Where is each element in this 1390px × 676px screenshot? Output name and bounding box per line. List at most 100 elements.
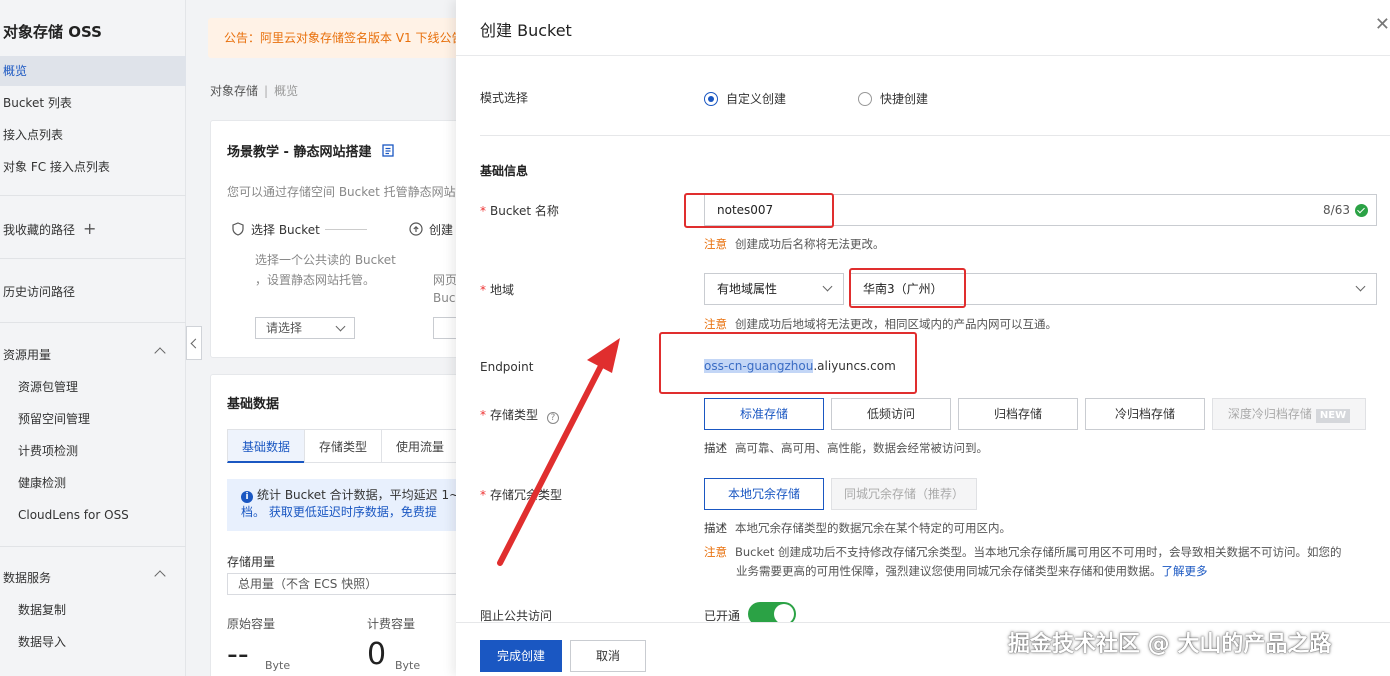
- drawer-title: 创建 Bucket: [480, 21, 572, 40]
- check-circle-icon: [1355, 204, 1368, 217]
- sidebar-item-reserved-space[interactable]: 预留空间管理: [0, 404, 186, 434]
- sidebar-item-history[interactable]: 历史访问路径: [0, 277, 186, 307]
- info-box: i 统计 Bucket 合计数据，平均延迟 1~ 档。 获取更低延迟时序数据，免费…: [227, 479, 456, 531]
- new-badge: NEW: [1315, 409, 1351, 423]
- billing-capacity-label: 计费容量: [367, 617, 416, 631]
- redundancy-lrs[interactable]: 本地冗余存储: [704, 478, 824, 510]
- learn-more-link[interactable]: 了解更多: [1162, 564, 1208, 578]
- storage-class-cold-archive[interactable]: 冷归档存储: [1085, 398, 1205, 430]
- cloud-upload-icon: [409, 222, 423, 236]
- redundancy-warning: 注意 Bucket 创建成功后不支持修改存储冗余类型。当本地冗余存储所属可用区不可…: [704, 545, 1342, 578]
- bucket-name-label: * Bucket 名称: [480, 204, 559, 218]
- info-icon: i: [241, 491, 253, 503]
- document-icon[interactable]: [382, 144, 394, 157]
- raw-capacity-unit: Byte: [265, 659, 291, 672]
- sidebar-item-data-import[interactable]: 数据导入: [0, 627, 186, 657]
- basic-data-title: 基础数据: [227, 397, 280, 412]
- basic-data-card: 基础数据 基础数据 存储类型 使用流量 i 统计 Bucket 合计数据，平均延迟…: [210, 374, 456, 676]
- create-bucket-drawer: 创建 Bucket ✕ 模式选择 自定义创建 快捷创建 基础信息 * Bucket…: [456, 0, 1390, 676]
- divider: [480, 135, 1390, 136]
- sidebar-item-fc-access-points[interactable]: 对象 FC 接入点列表: [0, 152, 186, 182]
- billing-capacity-value: 0: [367, 637, 387, 672]
- scene-tutorial-card: 场景教学 - 静态网站搭建 您可以通过存储空间 Bucket 托管静态网站 选择…: [210, 120, 456, 358]
- close-icon[interactable]: ✕: [1375, 14, 1390, 35]
- announcement-bar[interactable]: 公告：阿里云对象存储签名版本 V1 下线公告: [208, 18, 456, 58]
- sidebar-group-data[interactable]: 数据服务: [0, 563, 186, 593]
- chevron-down-icon: [822, 281, 833, 292]
- sidebar-item-billing-check[interactable]: 计费项检测: [0, 436, 186, 466]
- step1-title: 选择 Bucket: [231, 221, 320, 238]
- billing-capacity-unit: Byte: [395, 659, 421, 672]
- scene-description: 您可以通过存储空间 Bucket 托管静态网站: [227, 185, 456, 199]
- chevron-down-icon: [1355, 281, 1366, 292]
- tab-traffic[interactable]: 使用流量: [381, 429, 456, 463]
- usage-select[interactable]: 总用量（不含 ECS 快照）: [227, 573, 456, 595]
- tab-basic-data[interactable]: 基础数据: [227, 429, 306, 463]
- storage-class-label: * 存储类型 ?: [480, 406, 559, 424]
- step2-title: 创建: [409, 221, 453, 238]
- breadcrumb: 对象存储 | 概览: [210, 84, 299, 98]
- step-connector: [325, 229, 367, 230]
- breadcrumb-item[interactable]: 对象存储: [210, 84, 258, 98]
- storage-class-desc: 描述 高可靠、高可用、高性能，数据会经常被访问到。: [704, 441, 988, 455]
- radio-quick-create[interactable]: 快捷创建: [858, 90, 928, 107]
- info-line: i 统计 Bucket 合计数据，平均延迟 1~: [241, 487, 456, 504]
- storage-class-standard[interactable]: 标准存储: [704, 398, 824, 430]
- redundancy-label: * 存储冗余类型: [480, 488, 563, 502]
- step1-desc: 选择一个公共读的 Bucket: [255, 253, 396, 267]
- annotation-box: [659, 332, 917, 394]
- shield-icon: [232, 222, 244, 236]
- raw-capacity-label: 原始容量: [227, 617, 276, 631]
- storage-class-deep-cold-archive: 深度冷归档存储 NEW: [1212, 398, 1366, 430]
- sidebar-item-favorites[interactable]: 我收藏的路径 +: [0, 214, 186, 244]
- endpoint-label: Endpoint: [480, 360, 534, 374]
- chevron-up-icon: [154, 570, 166, 582]
- basic-info-heading: 基础信息: [480, 164, 529, 178]
- help-icon[interactable]: ?: [546, 412, 559, 424]
- sidebar-item-bucket-list[interactable]: Bucket 列表: [0, 88, 186, 118]
- sidebar-divider: [0, 258, 186, 259]
- info-line: 档。 获取更低延迟时序数据，免费提: [241, 505, 437, 519]
- sidebar-divider: [0, 322, 186, 323]
- redundancy-zrs: 同城冗余存储（推荐）: [831, 478, 977, 510]
- sidebar-item-access-points[interactable]: 接入点列表: [0, 120, 186, 150]
- sidebar-item-resource-package[interactable]: 资源包管理: [0, 372, 186, 402]
- storage-class-ia[interactable]: 低频访问: [831, 398, 951, 430]
- region-label: * 地域: [480, 283, 515, 297]
- storage-class-archive[interactable]: 归档存储: [958, 398, 1078, 430]
- tab-storage-type[interactable]: 存储类型: [304, 429, 383, 463]
- sidebar-item-overview[interactable]: 概览: [0, 56, 186, 86]
- mode-label: 模式选择: [480, 91, 529, 105]
- chevron-up-icon: [154, 347, 166, 359]
- data-group-label: 数据服务: [3, 571, 52, 585]
- char-count: 8/63: [1323, 203, 1350, 217]
- raw-capacity-value: --: [227, 637, 249, 672]
- drawer-header: 创建 Bucket ✕: [456, 0, 1390, 56]
- sidebar-item-data-replication[interactable]: 数据复制: [0, 595, 186, 625]
- cancel-button[interactable]: 取消: [570, 640, 646, 672]
- region-note: 注意 创建成功后地域将无法更改，相同区域内的产品内网可以互通。: [704, 317, 1057, 331]
- region-attribute-select[interactable]: 有地域属性: [704, 273, 844, 305]
- plus-icon[interactable]: +: [83, 219, 96, 238]
- chevron-left-icon: [190, 338, 201, 349]
- bucket-name-note: 注意 创建成功后名称将无法更改。: [704, 237, 885, 251]
- sidebar: 对象存储 OSS 概览 Bucket 列表 接入点列表 对象 FC 接入点列表 …: [0, 0, 186, 676]
- sidebar-divider: [0, 546, 186, 547]
- sidebar-title: 对象存储 OSS: [3, 23, 102, 41]
- scene-title: 场景教学 - 静态网站搭建: [227, 141, 394, 160]
- radio-dot: [858, 91, 872, 106]
- step2-select[interactable]: [433, 317, 456, 339]
- confirm-create-button[interactable]: 完成创建: [480, 640, 562, 672]
- sidebar-item-health-check[interactable]: 健康检测: [0, 468, 186, 498]
- redundancy-desc: 描述 本地冗余存储类型的数据冗余在某个特定的可用区内。: [704, 521, 1011, 535]
- radio-custom-create[interactable]: 自定义创建: [704, 90, 786, 107]
- storage-usage-label: 存储用量: [227, 555, 276, 569]
- sidebar-divider: [0, 195, 186, 196]
- sidebar-collapse-button[interactable]: [186, 326, 202, 360]
- sidebar-group-resource[interactable]: 资源用量: [0, 340, 186, 370]
- radio-dot: [704, 91, 718, 106]
- bucket-select[interactable]: 请选择: [255, 317, 355, 339]
- step1-desc: ，设置静态网站托管。: [255, 273, 376, 287]
- sidebar-item-cloudlens[interactable]: CloudLens for OSS: [0, 500, 186, 530]
- annotation-box: [849, 268, 966, 308]
